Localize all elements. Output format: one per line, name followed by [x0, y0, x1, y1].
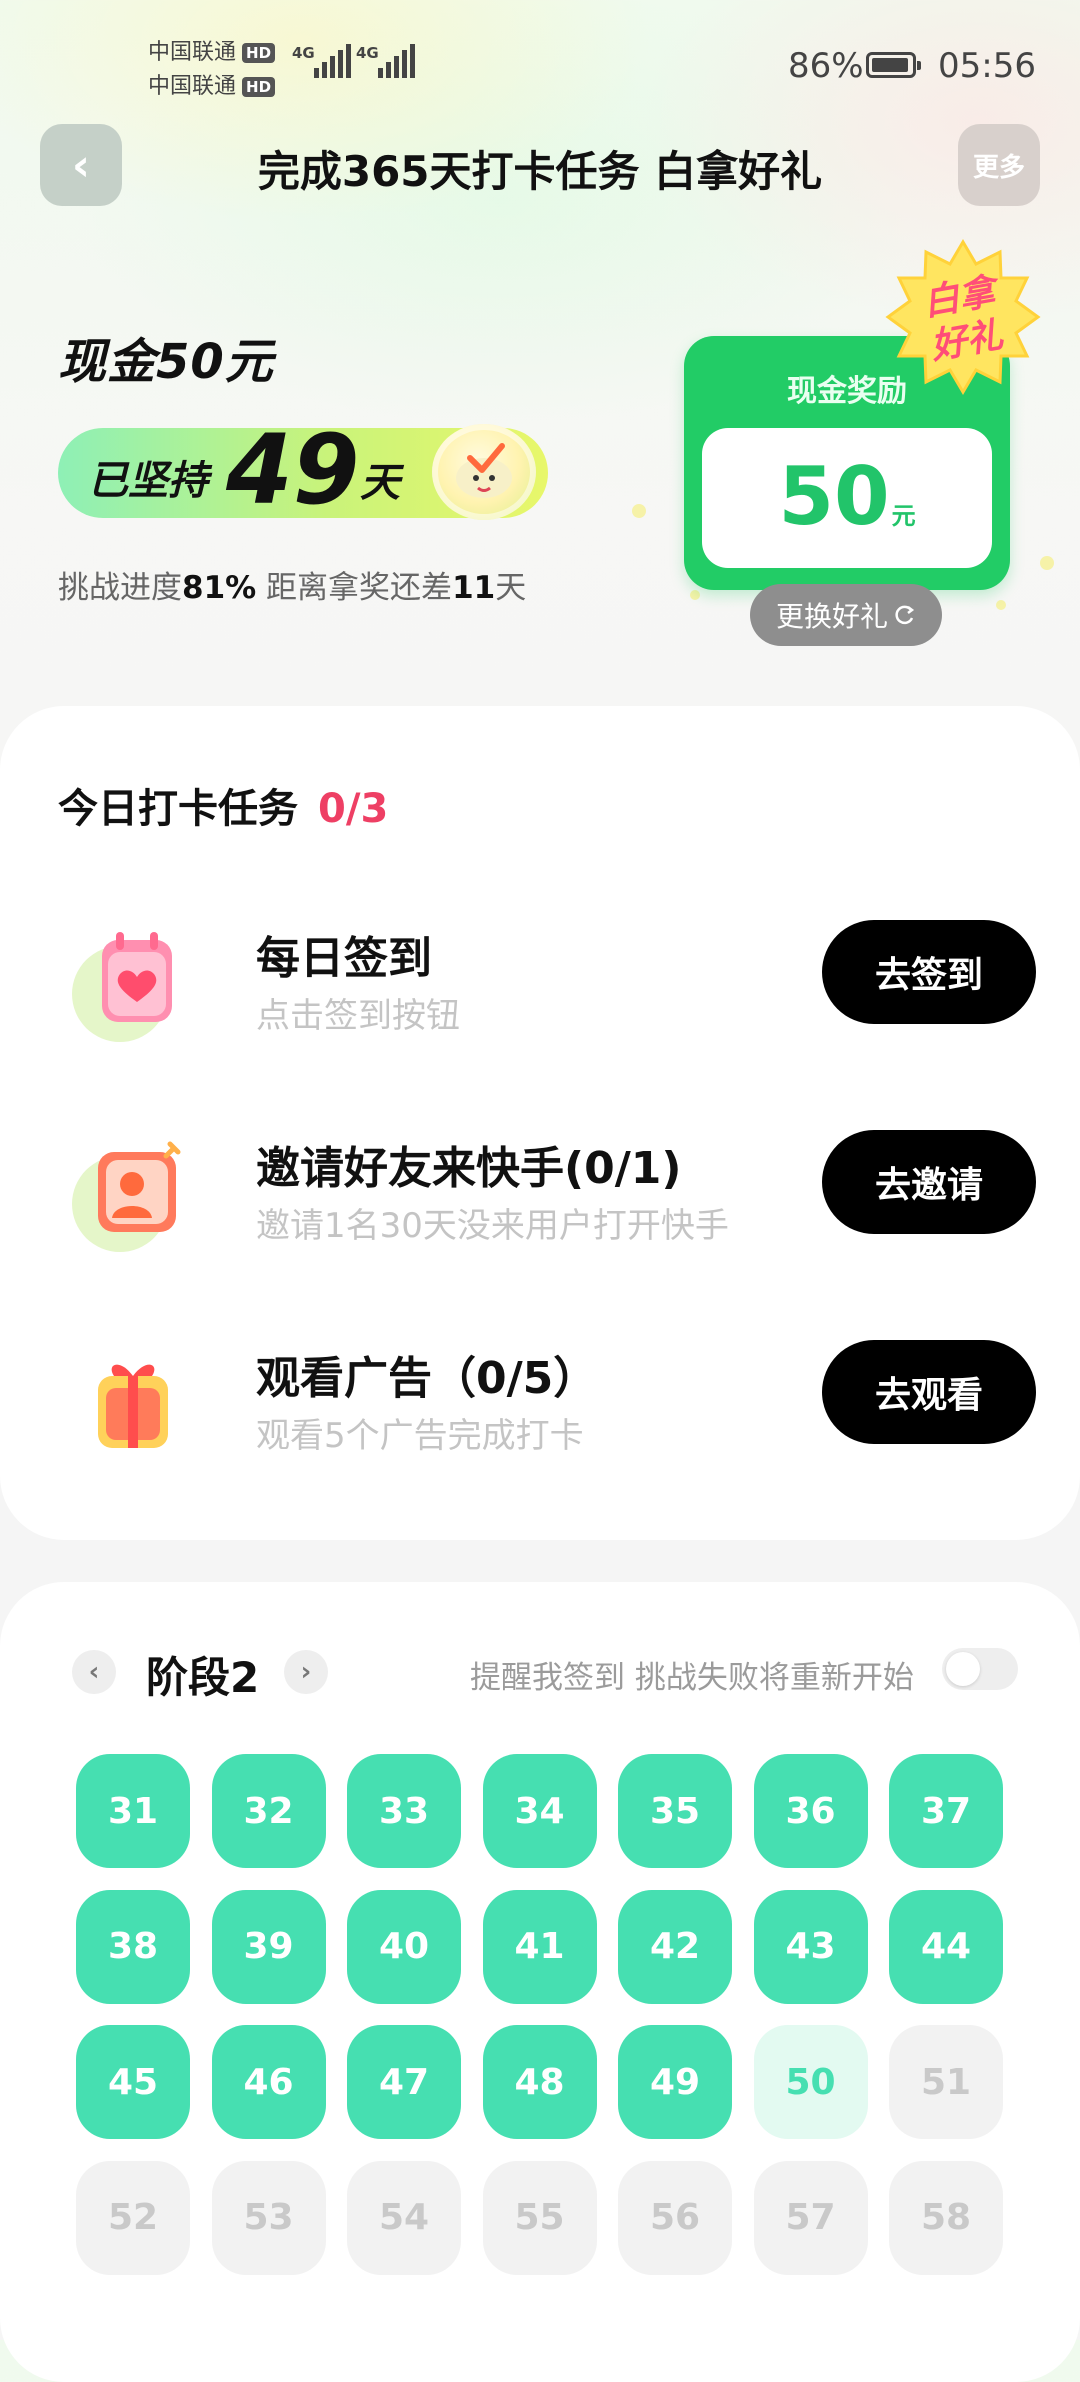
status-bar: 中国联通 HD 中国联通 HD 4G 4G 86% 05:56 [0, 0, 1080, 110]
remind-text: 提醒我签到 挑战失败将重新开始 [470, 1660, 914, 1696]
day-cell-34[interactable]: 34 [482, 1754, 597, 1868]
day-cell-32[interactable]: 32 [211, 1754, 326, 1868]
gift-box-icon [98, 1364, 168, 1448]
sparkle-decoration [996, 600, 1006, 610]
day-cell-54[interactable]: 54 [347, 2160, 461, 2275]
day-cell-31[interactable]: 31 [76, 1754, 190, 1868]
chevron-right-icon: › [300, 1657, 312, 1687]
day-cell-52[interactable]: 52 [76, 2160, 190, 2275]
remind-toggle[interactable] [942, 1648, 1018, 1690]
stage-next-button[interactable]: › [284, 1650, 328, 1694]
day-cell-53[interactable]: 53 [211, 2160, 326, 2275]
more-button[interactable]: 更多 [958, 124, 1040, 206]
refresh-icon [895, 605, 915, 625]
task-desc: 邀请1名30天没来用户打开快手 [256, 1206, 729, 1246]
task-title: 邀请好友来快手(0/1) [256, 1143, 682, 1194]
day-cell-41[interactable]: 41 [482, 1889, 597, 2004]
task-count: 0/3 [318, 786, 389, 832]
progress-text: 挑战进度81% 距离拿奖还差11天 [58, 570, 527, 606]
day-cell-51[interactable]: 51 [889, 2025, 1003, 2139]
day-cell-57[interactable]: 57 [753, 2160, 868, 2275]
signal-icon-1 [314, 44, 351, 78]
day-cell-43[interactable]: 43 [753, 1889, 868, 2004]
check-mascot-icon [432, 424, 536, 520]
task-heading: 今日打卡任务 0/3 [58, 786, 389, 832]
streak-banner: 已坚持 49 天 [58, 414, 548, 526]
sign-in-button[interactable]: 去签到 [822, 920, 1036, 1024]
day-cell-44[interactable]: 44 [889, 1889, 1003, 2004]
task-desc: 点击签到按钮 [256, 996, 460, 1036]
day-cell-46[interactable]: 46 [211, 2025, 326, 2139]
day-cell-42[interactable]: 42 [618, 1889, 732, 2004]
battery-icon [866, 52, 921, 78]
day-cell-36[interactable]: 36 [753, 1754, 868, 1868]
sparkle-decoration [1040, 556, 1054, 570]
carrier-1: 中国联通 HD [148, 34, 276, 66]
task-title: 每日签到 [256, 933, 432, 984]
page-title: 完成365天打卡任务 白拿好礼 [257, 147, 823, 196]
invite-button[interactable]: 去邀请 [822, 1130, 1036, 1234]
day-cell-39[interactable]: 39 [211, 1889, 326, 2004]
day-cell-47[interactable]: 47 [347, 2025, 461, 2139]
clock: 05:56 [938, 46, 1036, 86]
day-cell-37[interactable]: 37 [889, 1754, 1003, 1868]
day-cell-38[interactable]: 38 [76, 1889, 190, 2004]
carrier-2: 中国联通 HD [148, 68, 276, 100]
signal-icon-2 [378, 44, 415, 78]
battery-percent: 86% [788, 46, 864, 86]
network-type-1: 4G [292, 44, 315, 62]
reward-amount-box: 50元 [702, 428, 992, 568]
day-cell-58[interactable]: 58 [889, 2160, 1003, 2275]
task-title: 观看广告（0/5） [256, 1353, 598, 1404]
sparkle-decoration [690, 590, 700, 600]
day-cell-33[interactable]: 33 [347, 1754, 461, 1868]
stage-calendar-card: ‹ 阶段2 › 提醒我签到 挑战失败将重新开始 31 32 33 34 35 36 37 38… [0, 1582, 1080, 2382]
stage-label: 阶段2 [146, 1653, 260, 1702]
task-item-watch-ads: 观看广告（0/5） 观看5个广告完成打卡 去观看 [0, 1332, 1080, 1482]
change-gift-button[interactable]: 更换好礼 [750, 584, 942, 646]
sparkle-decoration [632, 504, 646, 518]
day-cell-49[interactable]: 49 [618, 2025, 732, 2139]
day-cell-55[interactable]: 55 [482, 2160, 597, 2275]
watch-ads-button[interactable]: 去观看 [822, 1340, 1036, 1444]
streak-prefix: 已坚持 [88, 458, 208, 504]
reward-amount: 50元 [778, 450, 916, 543]
task-desc: 观看5个广告完成打卡 [256, 1416, 584, 1456]
day-cell-48[interactable]: 48 [482, 2025, 597, 2139]
task-item-invite: 邀请好友来快手(0/1) 邀请1名30天没来用户打开快手 去邀请 [0, 1122, 1080, 1272]
task-item-sign-in: 每日签到 点击签到按钮 去签到 [0, 912, 1080, 1062]
daily-task-card: 今日打卡任务 0/3 每日签到 点击签到按钮 去签到 邀请好友来快手(0/1) 邀… [0, 706, 1080, 1540]
network-type-2: 4G [356, 44, 379, 62]
streak-days: 49 [226, 414, 360, 526]
cash-goal-title: 现金50元 [58, 334, 274, 390]
day-cell-50[interactable]: 50 [753, 2025, 868, 2139]
invite-user-icon [72, 1141, 181, 1252]
day-cell-35[interactable]: 35 [618, 1754, 732, 1868]
day-cell-40[interactable]: 40 [347, 1889, 461, 2004]
streak-unit: 天 [360, 460, 400, 506]
stage-prev-button[interactable]: ‹ [72, 1650, 116, 1694]
calendar-heart-icon [72, 932, 172, 1042]
day-cell-56[interactable]: 56 [618, 2160, 732, 2275]
chevron-left-icon: ‹ [88, 1657, 100, 1687]
day-cell-45[interactable]: 45 [76, 2025, 190, 2139]
